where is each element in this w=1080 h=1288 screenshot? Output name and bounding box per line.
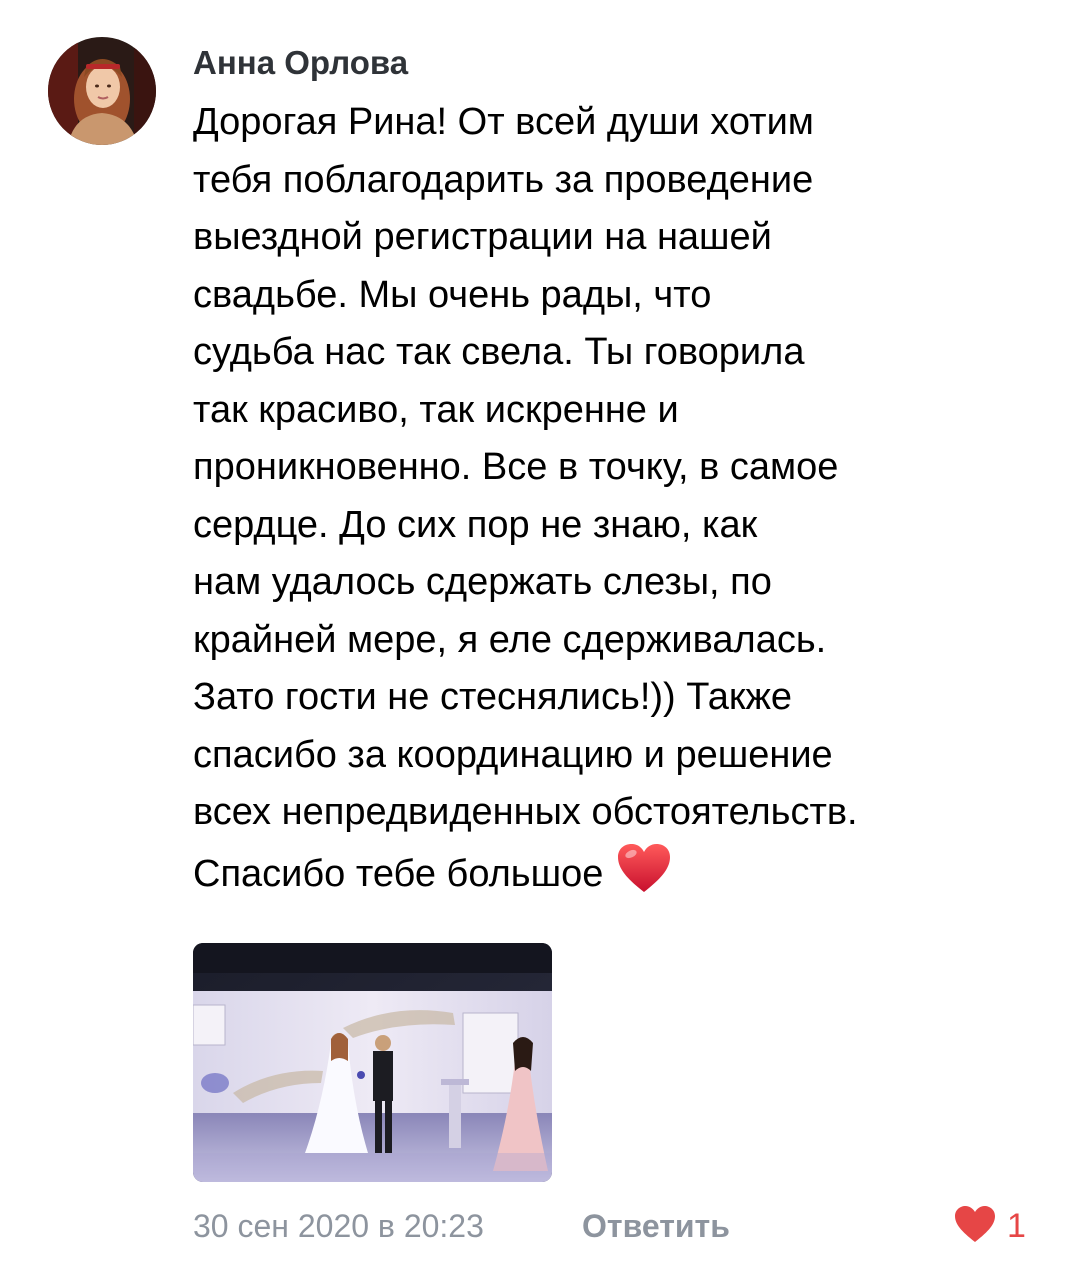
comment-text-line: Зато гости не стеснялись!)) Также <box>193 676 793 718</box>
comment-text-last-line: Спасибо тебе большое <box>193 842 858 912</box>
comment-text-line: нам удалось сдержать слезы, по <box>193 561 772 603</box>
comment-text-line: выездной регистрации на нашей <box>193 216 772 258</box>
comment-text-line: проникновенно. Все в точку, в самое <box>193 446 839 488</box>
avatar[interactable] <box>48 37 156 145</box>
comment-text-line: крайней мере, я еле сдерживалась. <box>193 618 827 661</box>
comment-text: Дорогая Рина! От всей души хотим тебя по… <box>193 94 858 911</box>
like-count: 1 <box>1007 1207 1026 1245</box>
avatar-image <box>48 37 156 145</box>
comment-text-line: Дорогая Рина! От всей души хотим <box>193 101 814 143</box>
heart-icon <box>953 1204 997 1249</box>
author-name[interactable]: Анна Орлова <box>193 40 408 86</box>
red-heart-emoji <box>616 842 672 912</box>
comment-text-line: Спасибо тебе большое <box>193 852 604 895</box>
comment: Анна Орлова Дорогая Рина! От всей души х… <box>0 0 1080 1288</box>
comment-text-line: тебя поблагодарить за проведение <box>193 158 814 201</box>
comment-text-line: всех непредвиденных обстоятельств. <box>193 791 858 833</box>
comment-date: 30 сен 2020 в 20:23 <box>193 1208 484 1244</box>
comment-text-line: сердце. До сих пор не знаю, как <box>193 503 758 546</box>
reply-button[interactable]: Ответить <box>582 1203 730 1249</box>
wedding-photo[interactable] <box>193 943 552 1182</box>
comment-text-line: судьба нас так свела. Ты говорила <box>193 331 805 373</box>
wedding-photo-image <box>193 943 552 1182</box>
comment-text-line: спасибо за координацию и решение <box>193 733 833 776</box>
comment-text-line: свадьбе. Мы очень рады, что <box>193 273 712 316</box>
like-button[interactable]: 1 <box>953 1203 1026 1249</box>
comment-text-line: так красиво, так искренне и <box>193 388 679 431</box>
